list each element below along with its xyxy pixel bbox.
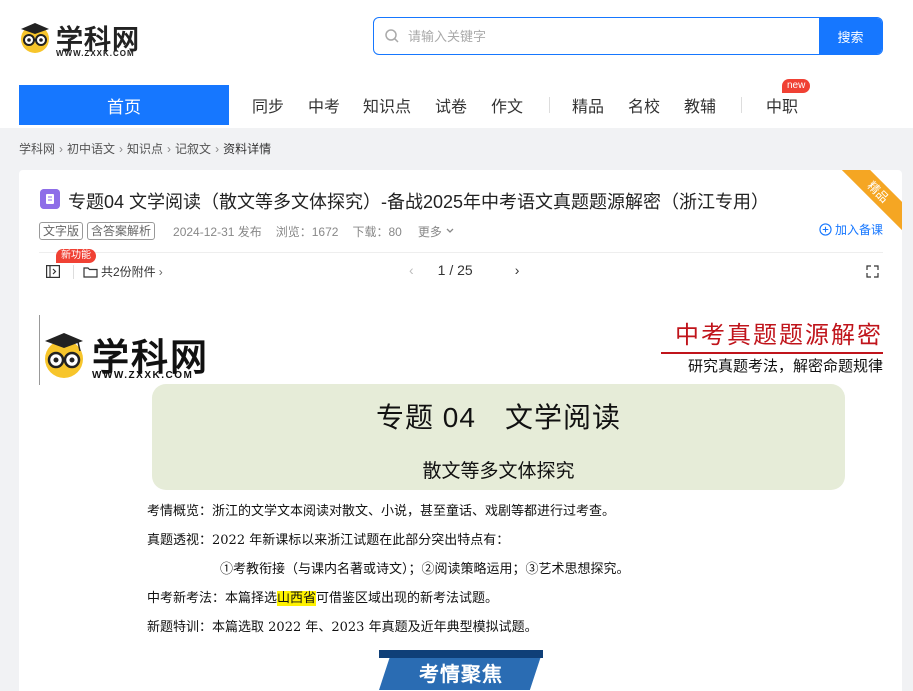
attachments-button[interactable]: 共2份附件 ›	[83, 263, 163, 280]
main-nav: 首页 同步 中考 知识点 试卷 作文 精品 名校 教辅 中职 new	[19, 79, 899, 125]
topic-title: 专题 04 文学阅读	[376, 402, 621, 433]
next-page-button[interactable]: ›	[515, 262, 520, 278]
document-preview-page: 学科网 WWW.ZXXK.COM 中考真题题源解密 研究真题考法，解密命题规律 …	[39, 310, 883, 691]
document-meta: 文字版 含答案解析 2024-12-31 发布 浏览：1672 下载：80 更多	[39, 222, 455, 240]
line-text: 可借鉴区域出现的新考法试题。	[316, 591, 499, 606]
breadcrumb-item[interactable]: 记叙文	[175, 140, 211, 157]
line-text: 2022 年新课标以来浙江试题在此部分突出特点有：	[212, 533, 510, 548]
plus-circle-icon	[819, 223, 832, 236]
nav-item-sync[interactable]: 同步	[252, 85, 284, 125]
chevron-right-icon: ›	[215, 141, 220, 156]
add-to-lesson-label: 加入备课	[834, 223, 883, 237]
highlighted-text: 山西省	[277, 591, 317, 606]
series-brand: 中考真题题源解密 研究真题考法，解密命题规律	[661, 318, 883, 378]
breadcrumb-current: 资料详情	[223, 142, 272, 156]
line-text: 本篇择选	[225, 591, 278, 606]
logo-mascot-icon	[45, 333, 83, 378]
training-line: 新题特训：本篇选取 2022 年、2023 年真题及近年典型模拟试题。	[147, 616, 538, 635]
chevron-right-icon: ›	[59, 141, 64, 156]
document-icon	[40, 189, 60, 209]
chevron-right-icon: ›	[158, 264, 163, 279]
view-count: 浏览：1672	[275, 224, 339, 239]
logo-subtext: WWW.ZXXK.COM	[56, 49, 135, 58]
site-logo[interactable]: 学科网 WWW.ZXXK.COM	[18, 16, 143, 60]
site-header: 学科网 WWW.ZXXK.COM 搜索 首页 同步 中考 知识点 试卷 作文 精…	[0, 0, 913, 128]
banner-top-strip	[379, 650, 543, 658]
chevron-down-icon	[446, 228, 454, 233]
breadcrumb-item[interactable]: 初中语文	[67, 140, 115, 157]
folder-icon	[83, 266, 98, 278]
line-text: 本篇选取 2022 年、2023 年真题及近年典型模拟试题。	[212, 620, 538, 635]
new-badge: new	[782, 79, 811, 93]
nav-item-famous-schools[interactable]: 名校	[628, 85, 660, 125]
new-feature-badge: 新功能	[56, 249, 96, 263]
more-button[interactable]: 更多	[418, 223, 455, 240]
nav-home[interactable]: 首页	[19, 85, 229, 125]
nav-item-essay[interactable]: 作文	[491, 85, 523, 125]
preview-logo: 学科网 WWW.ZXXK.COM	[39, 315, 209, 385]
fullscreen-icon[interactable]	[866, 265, 879, 278]
breadcrumb: 学科网 › 初中语文 › 知识点 › 记叙文 › 资料详情	[19, 140, 271, 157]
more-label: 更多	[417, 224, 442, 239]
series-title: 中考真题题源解密	[661, 318, 883, 354]
line-label: 考情概览：	[147, 503, 213, 518]
search-icon	[385, 29, 399, 43]
nav-item-premium[interactable]: 精品	[572, 85, 604, 125]
nav-divider	[549, 97, 550, 113]
section-banner: 考情聚焦	[379, 650, 543, 690]
line-label: 真题透视：	[147, 532, 213, 547]
breadcrumb-item[interactable]: 学科网	[19, 140, 55, 157]
tag-answer-analysis: 含答案解析	[87, 222, 156, 240]
nav-divider	[741, 97, 742, 113]
line-label: 新题特训：	[147, 619, 213, 634]
breadcrumb-item[interactable]: 知识点	[127, 140, 163, 157]
tag-text-version: 文字版	[39, 222, 84, 240]
page-navigator: ‹ 1 / 25 ›	[409, 262, 519, 278]
perspective-line: 真题透视：2022 年新课标以来浙江试题在此部分突出特点有：	[147, 529, 509, 548]
nav-item-zhongkao[interactable]: 中考	[308, 85, 340, 125]
nav-item-tutoring[interactable]: 教辅	[684, 85, 716, 125]
banner-text: 考情聚焦	[419, 664, 503, 686]
features-line: ①考教衔接（与课内名著或诗文）；②阅读策略运用；③艺术思想探究。	[220, 558, 630, 577]
preview-logo-subtext: WWW.ZXXK.COM	[92, 370, 194, 381]
logo-mascot-icon	[21, 23, 49, 53]
download-count: 下载：80	[352, 224, 402, 239]
overview-line: 考情概览：浙江的文学文本阅读对散文、小说，甚至童话、戏剧等都进行过考查。	[147, 500, 615, 519]
attachments-label: 共2份附件	[101, 265, 156, 279]
search-input[interactable]	[408, 18, 818, 54]
publish-date: 2024-12-31 发布	[173, 224, 262, 239]
nav-item-knowledge[interactable]: 知识点	[363, 85, 411, 125]
new-method-line: 中考新考法：本篇择选山西省可借鉴区域出现的新考法试题。	[147, 587, 498, 606]
chevron-right-icon: ›	[119, 141, 124, 156]
topic-title-box: 专题 04 文学阅读 散文等多文体探究	[152, 384, 845, 490]
line-label: 中考新考法：	[147, 590, 226, 605]
search-bar: 搜索	[373, 17, 883, 55]
topic-subtitle: 散文等多文体探究	[422, 461, 575, 482]
series-subtitle: 研究真题考法，解密命题规律	[687, 357, 883, 375]
search-button[interactable]: 搜索	[819, 18, 882, 54]
preview-toolbar: 新功能 共2份附件 › ‹ 1 / 25 ›	[39, 249, 883, 291]
nav-item-papers[interactable]: 试卷	[435, 85, 467, 125]
line-text: 浙江的文学文本阅读对散文、小说，甚至童话、戏剧等都进行过考查。	[212, 504, 616, 519]
document-card: 精品 专题04 文学阅读（散文等多文体探究）-备战2025年中考语文真题题源解密…	[19, 170, 902, 691]
document-title: 专题04 文学阅读（散文等多文体探究）-备战2025年中考语文真题题源解密（浙江…	[68, 192, 770, 212]
prev-page-button[interactable]: ‹	[409, 262, 414, 278]
sidebar-toggle-icon[interactable]	[46, 265, 60, 278]
add-to-lesson-button[interactable]: 加入备课	[819, 221, 883, 238]
chevron-right-icon: ›	[167, 141, 172, 156]
page-indicator: 1 / 25	[437, 262, 473, 278]
toolbar-divider	[73, 265, 74, 279]
line-text: ①考教衔接（与课内名著或诗文）；②阅读策略运用；③艺术思想探究。	[220, 562, 630, 577]
